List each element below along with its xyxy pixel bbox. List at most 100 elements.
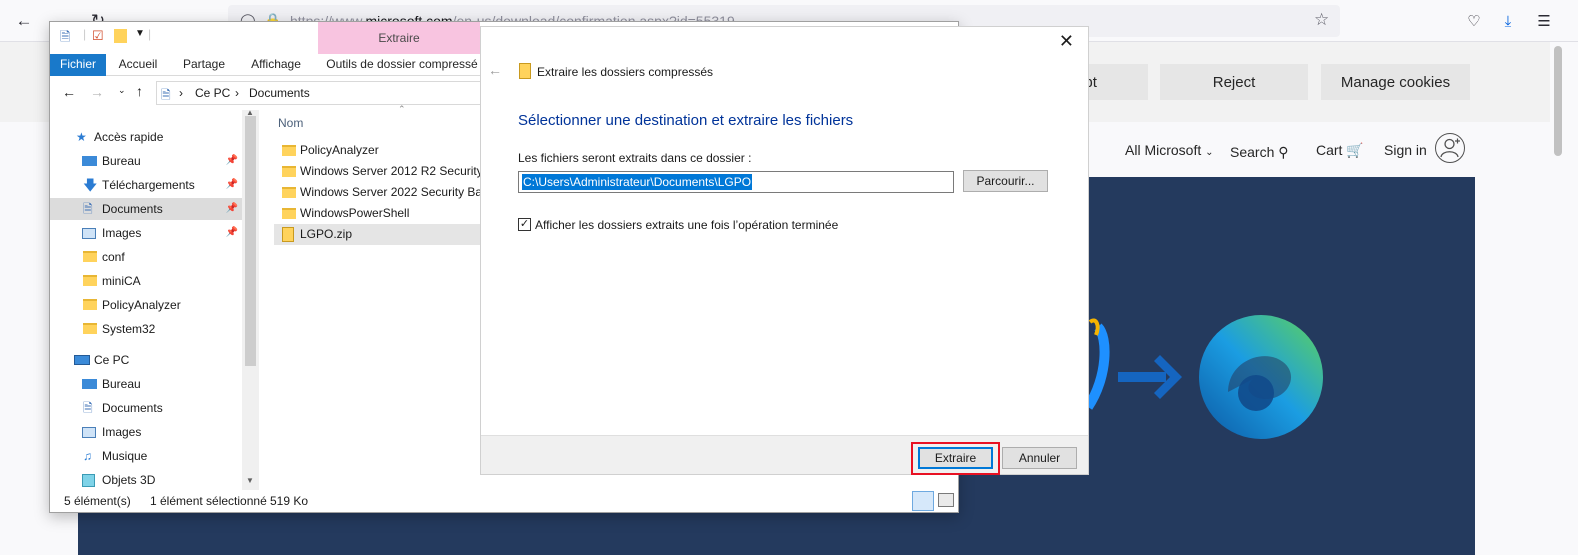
address-bar[interactable]: 🗎 › Ce PC › Documents <box>156 81 496 105</box>
nav-folder-system32[interactable]: System32 <box>50 318 242 340</box>
nav-label: Téléchargements <box>102 178 195 192</box>
page-scrollbar[interactable] <box>1550 42 1578 555</box>
file-name: Windows Server 2012 R2 Security B <box>300 164 484 178</box>
nav-this-pc[interactable]: Ce PC <box>50 349 242 371</box>
list-item[interactable]: Windows Server 2012 R2 Security B <box>274 161 484 182</box>
back-icon[interactable]: ← <box>10 8 38 34</box>
downloads-icon[interactable]: ⤓ <box>1496 9 1520 33</box>
breadcrumb-this-pc[interactable]: Ce PC <box>195 86 230 100</box>
desktop-icon <box>82 379 97 389</box>
tab-share[interactable]: Partage <box>180 54 228 76</box>
destination-label: Les fichiers seront extraits dans ce dos… <box>518 151 752 165</box>
pc-icon: 🗎 <box>161 88 171 102</box>
zip-folder-icon <box>519 63 531 79</box>
list-item-selected[interactable]: LGPO.zip <box>274 224 484 245</box>
list-item[interactable]: Windows Server 2022 Security Base <box>274 182 484 203</box>
pin-icon: 📌 <box>225 203 238 214</box>
nav-label: Images <box>102 226 142 240</box>
qat-dropdown-icon[interactable]: ▼ <box>135 28 145 39</box>
nav-documents[interactable]: 🗎 Documents 📌 <box>50 198 242 220</box>
tab-view[interactable]: Affichage <box>246 54 306 76</box>
nav-downloads[interactable]: 🡇 Téléchargements 📌 <box>50 174 242 196</box>
explorer-app-icon[interactable]: 🗎 <box>60 28 70 50</box>
properties-icon[interactable]: ☑ <box>92 28 104 44</box>
all-microsoft-menu[interactable]: All Microsoft ⌄ <box>1125 142 1214 158</box>
browse-button[interactable]: Parcourir... <box>963 170 1048 192</box>
nav-pc-music[interactable]: ♫ Musique <box>50 445 242 467</box>
nav-desktop[interactable]: Bureau 📌 <box>50 150 242 172</box>
show-extracted-checkbox[interactable]: ✓ <box>518 218 531 231</box>
tab-compressed-folder-tools[interactable]: Outils de dossier compressé <box>324 54 480 76</box>
destination-path-field[interactable]: C:\Users\Administrateur\Documents\LGPO <box>518 171 954 193</box>
avatar-icon[interactable] <box>1435 133 1465 163</box>
nav-label: Bureau <box>102 377 141 391</box>
document-icon: 🗎 <box>83 401 93 415</box>
cart-link[interactable]: Cart 🛒 <box>1316 142 1364 159</box>
breadcrumb-documents[interactable]: Documents <box>249 86 310 100</box>
qat-separator: | <box>83 27 87 41</box>
bookmark-star-icon[interactable]: ☆ <box>1314 10 1329 30</box>
menu-icon[interactable]: ☰ <box>1532 9 1556 33</box>
nav-pc-desktop[interactable]: Bureau <box>50 373 242 395</box>
file-name: Windows Server 2022 Security Base <box>300 185 484 199</box>
nav-folder-conf[interactable]: conf <box>50 246 242 268</box>
new-folder-icon[interactable] <box>114 29 127 43</box>
chevron-down-icon: ⌄ <box>1205 147 1214 158</box>
tab-home[interactable]: Accueil <box>114 54 162 76</box>
back-icon[interactable]: ← <box>488 62 502 78</box>
dialog-heading: Sélectionner une destination et extraire… <box>518 112 854 129</box>
file-name: WindowsPowerShell <box>300 206 410 220</box>
status-bar: 5 élément(s) 1 élément sélectionné 519 K… <box>50 490 958 512</box>
list-item[interactable]: PolicyAnalyzer <box>274 140 484 161</box>
cube-icon <box>82 474 95 487</box>
nav-label: Ce PC <box>94 353 130 367</box>
nav-pc-documents[interactable]: 🗎 Documents <box>50 397 242 419</box>
search-link[interactable]: Search ⚲ <box>1230 144 1289 161</box>
back-icon[interactable]: ← <box>62 84 76 100</box>
up-icon[interactable]: ↑ <box>136 83 143 99</box>
context-tab-extract[interactable]: Extraire <box>318 22 480 54</box>
reject-cookies-button[interactable]: Reject <box>1160 64 1308 100</box>
large-icons-view-icon[interactable] <box>938 493 954 507</box>
scroll-down-icon[interactable]: ▼ <box>246 476 254 485</box>
recent-locations-icon[interactable]: ⌄ <box>118 85 126 96</box>
nav-label: Objets 3D <box>102 473 156 487</box>
folder-icon <box>282 145 296 156</box>
page-scrollbar-thumb[interactable] <box>1554 46 1562 156</box>
pocket-icon[interactable]: ♡ <box>1462 9 1486 33</box>
nav-pane-scrollbar-thumb[interactable] <box>245 116 256 366</box>
details-view-icon[interactable] <box>912 491 934 511</box>
close-icon[interactable]: ✕ <box>1059 31 1074 52</box>
nav-label: conf <box>102 250 125 264</box>
pin-icon: 📌 <box>225 227 238 238</box>
column-header-name[interactable]: Nom <box>278 116 303 130</box>
nav-label: Accès rapide <box>94 130 164 144</box>
forward-icon[interactable]: → <box>90 84 104 100</box>
computer-icon <box>74 355 90 365</box>
search-icon: ⚲ <box>1278 144 1289 160</box>
extract-button[interactable]: Extraire <box>918 447 993 469</box>
manage-cookies-button[interactable]: Manage cookies <box>1321 64 1470 100</box>
nav-label: Documents <box>102 401 163 415</box>
pin-icon: 📌 <box>225 179 238 190</box>
nav-label: Images <box>102 425 142 439</box>
nav-folder-minica[interactable]: miniCA <box>50 270 242 292</box>
nav-pane-scrollbar[interactable]: ▲ ▼ <box>242 108 259 490</box>
tab-file[interactable]: Fichier <box>50 54 106 76</box>
list-item[interactable]: WindowsPowerShell <box>274 203 484 224</box>
dialog-footer: Extraire Annuler <box>481 435 1088 475</box>
nav-pc-3d-objects[interactable]: Objets 3D <box>50 469 242 491</box>
nav-pc-images[interactable]: Images <box>50 421 242 443</box>
nav-quick-access[interactable]: ★ Accès rapide <box>50 126 242 148</box>
zip-file-icon <box>282 227 294 242</box>
breadcrumb-chevron-icon: › <box>179 86 183 100</box>
nav-folder-policyanalyzer[interactable]: PolicyAnalyzer <box>50 294 242 316</box>
destination-path-value: C:\Users\Administrateur\Documents\LGPO <box>522 174 753 190</box>
nav-label: System32 <box>102 322 156 336</box>
show-extracted-label[interactable]: Afficher les dossiers extraits une fois … <box>535 218 838 232</box>
nav-images[interactable]: Images 📌 <box>50 222 242 244</box>
cancel-button[interactable]: Annuler <box>1002 447 1077 469</box>
sign-in-link[interactable]: Sign in <box>1384 142 1427 158</box>
nav-label: Documents <box>102 202 163 216</box>
image-icon <box>82 427 96 438</box>
